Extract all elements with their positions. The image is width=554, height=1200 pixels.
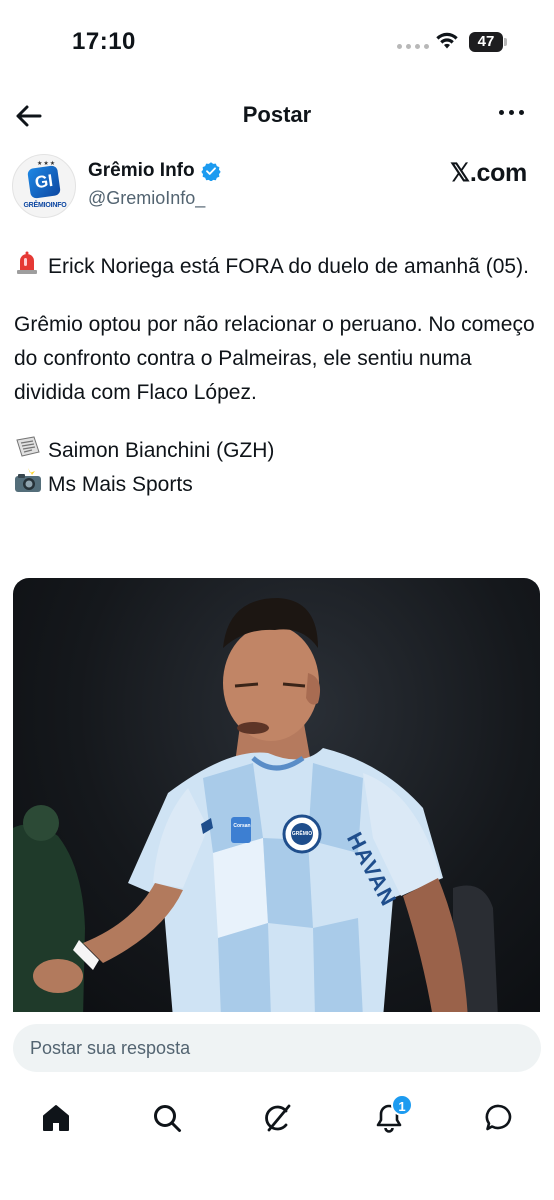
home-icon: [43, 1105, 69, 1131]
chat-bubble-icon: [485, 1104, 512, 1131]
reply-input[interactable]: Postar sua resposta: [13, 1024, 541, 1072]
avatar[interactable]: ★★★ GI GRÊMIOINFO: [12, 154, 76, 218]
avatar-logo-text: GRÊMIOINFO: [23, 202, 67, 209]
tweet-line-1: Erick Noriega está FORA do duelo de aman…: [14, 250, 544, 284]
jersey-brand-text: Corsan: [233, 823, 251, 829]
tab-home[interactable]: [36, 1098, 76, 1138]
siren-emoji: [14, 251, 42, 276]
tab-search[interactable]: [147, 1098, 187, 1138]
tweet-credit-photo: Ms Mais Sports: [14, 468, 544, 502]
author-name-row[interactable]: Grêmio Info: [88, 160, 221, 182]
camera-flash-emoji: [14, 468, 42, 494]
grok-icon: [265, 1104, 291, 1132]
tab-grok[interactable]: [258, 1098, 298, 1138]
page-title: Postar: [242, 102, 312, 127]
tweet-paragraph: Grêmio optou por não relacionar o peruan…: [14, 313, 535, 404]
search-icon: [154, 1105, 181, 1132]
nav-header: Postar: [0, 88, 554, 144]
avatar-logo: GI: [27, 165, 61, 199]
more-options-button[interactable]: [499, 110, 524, 115]
tab-messages[interactable]: [479, 1098, 519, 1138]
status-bar: 17:10 47: [0, 0, 554, 80]
bottom-tab-bar: 1: [0, 1088, 554, 1148]
tweet-text: Erick Noriega está FORA do duelo de aman…: [14, 250, 544, 502]
cellular-signal-icon: [397, 44, 429, 49]
author-row: ★★★ GI GRÊMIOINFO Grêmio Info @GremioInf…: [0, 154, 554, 218]
battery-level: 47: [469, 32, 503, 52]
verified-badge-icon: [200, 162, 221, 181]
notification-badge: 1: [391, 1094, 413, 1116]
tweet-headline: Erick Noriega está FORA do duelo de aman…: [48, 255, 529, 278]
tweet-credit-text: Saimon Bianchini (GZH): [14, 434, 544, 468]
x-com-label: 𝕏.com: [450, 159, 527, 187]
crest-text: GRÊMIO: [291, 831, 313, 837]
status-time: 17:10: [72, 28, 136, 55]
tab-notifications[interactable]: 1: [369, 1094, 413, 1138]
tweet-photo[interactable]: HAVAN Corsan GRÊMIO: [13, 578, 540, 1018]
battery-indicator: 47: [469, 32, 507, 52]
author-name[interactable]: Grêmio Info: [88, 160, 195, 182]
more-horizontal-icon: [499, 110, 504, 115]
wifi-icon: [436, 32, 458, 49]
newspaper-emoji: [14, 436, 42, 460]
photo-credit: Ms Mais Sports: [48, 473, 193, 496]
author-handle[interactable]: @GremioInfo_: [88, 188, 205, 209]
player-photo-illustration: [13, 598, 498, 1018]
text-credit: Saimon Bianchini (GZH): [48, 439, 275, 462]
